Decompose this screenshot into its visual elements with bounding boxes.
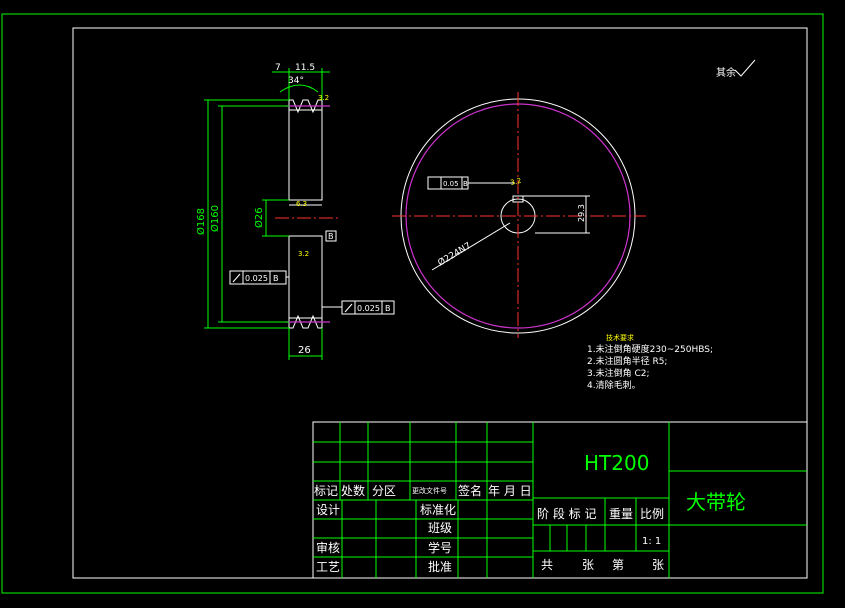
label-process: 工艺 (316, 560, 340, 574)
tech-req-4: 4.清除毛刺。 (587, 379, 641, 391)
svg-text:3.2: 3.2 (510, 177, 523, 187)
title-block: HT200 大带轮 标记 处数 分区 更改文件号 签名 年 月 日 设计 标准化… (312, 421, 808, 579)
sheet-total: 共 (541, 558, 553, 572)
section-view: Ø168 Ø160 Ø26 26 7 11.5 34° 3.2 6.3 3.2 … (195, 63, 395, 360)
tech-req-2: 2.未注圆角半径 R5; (587, 355, 667, 367)
sheet-unit: 张 (582, 558, 594, 572)
tech-req-title: 技术要求 (606, 333, 634, 342)
label-approve: 批准 (428, 559, 452, 574)
runout-right-datum: B (385, 304, 391, 313)
sym-value: 0.05 (443, 180, 459, 188)
finish-mid: 6.3 (296, 200, 307, 208)
weight-label: 重量 (609, 507, 633, 521)
rev-header-3: 分区 (372, 484, 396, 498)
sheet-unit2: 张 (652, 558, 664, 572)
label-class: 班级 (428, 521, 452, 535)
scale-label: 比例 (640, 507, 664, 521)
runout-right-value: 0.025 (357, 304, 380, 313)
general-finish-symbol (734, 59, 756, 77)
diag-dim: Ø224N7 (436, 240, 473, 268)
datum-b: B (328, 232, 334, 241)
dim-pitch-dia: Ø160 (209, 205, 221, 232)
sym-datum: B (463, 180, 468, 188)
general-finish-text: 其余 (716, 66, 736, 79)
material: HT200 (584, 451, 649, 475)
runout-left-datum: B (273, 274, 279, 283)
rev-header-6: 年 月 日 (488, 484, 532, 498)
tech-requirements: 技术要求 1.未注倒角硬度230~250HBS; 2.未注圆角半径 R5; 3.… (587, 333, 713, 391)
scale-value: 1: 1 (642, 536, 661, 547)
dim-groove-top: 7 (275, 63, 281, 73)
label-standardize: 标准化 (420, 503, 456, 517)
rev-header-4: 更改文件号 (412, 486, 447, 495)
runout-left-value: 0.025 (245, 274, 268, 283)
rev-header-1: 标记 (314, 484, 338, 498)
part-name: 大带轮 (686, 490, 746, 514)
keyway-depth: 29.3 (577, 204, 586, 222)
tech-req-1: 1.未注倒角硬度230~250HBS; (587, 343, 713, 355)
hatch-upper (288, 109, 323, 201)
dim-bore-dia: Ø26 (253, 207, 265, 228)
label-design: 设计 (316, 503, 340, 517)
rev-header-5: 签名 (458, 483, 482, 498)
label-student-no: 学号 (428, 540, 452, 555)
front-view: 0.05 B 3.2 29.3 Ø224N7 (392, 92, 646, 338)
stage-mark: 阶 段 标 记 (537, 506, 596, 521)
sheet-no: 第 (612, 558, 624, 572)
cad-drawing: Ø168 Ø160 Ø26 26 7 11.5 34° 3.2 6.3 3.2 … (1, 13, 824, 594)
tech-req-3: 3.未注倒角 C2; (587, 367, 650, 379)
finish-small: 3.2 (298, 250, 309, 258)
finish-top: 3.2 (318, 94, 329, 102)
hatch-lower (288, 235, 323, 319)
dim-groove-pitch: 11.5 (295, 63, 315, 73)
dim-outer-dia: Ø168 (195, 208, 207, 235)
dim-width: 26 (298, 345, 311, 356)
dim-groove-angle: 34° (288, 76, 304, 86)
rev-header-2: 处数 (341, 483, 365, 498)
label-review: 审核 (316, 540, 340, 555)
